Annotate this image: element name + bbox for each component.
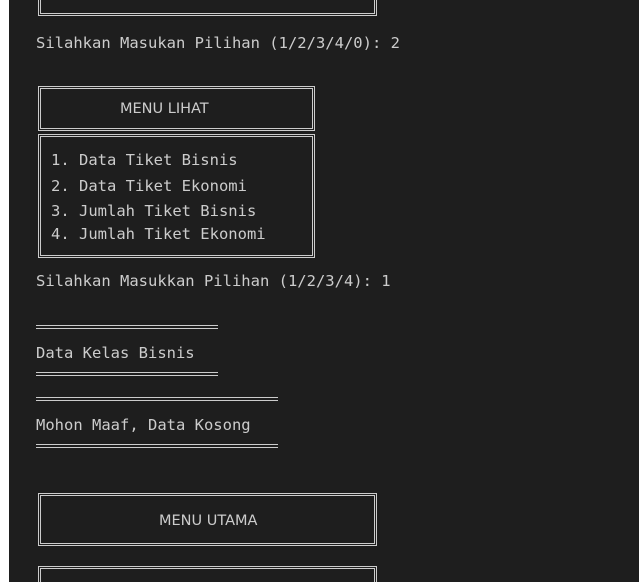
menu-lihat-title-box: MENU LIHAT	[38, 86, 315, 131]
empty-data-message: Mohon Maaf, Data Kosong	[36, 416, 251, 434]
menu-utama-title-box: MENU UTAMA	[38, 493, 377, 546]
menu-lihat-title: MENU LIHAT	[120, 101, 209, 117]
menu-lihat-item-4: 4. Jumlah Tiket Ekonomi	[51, 225, 266, 243]
menu-utama-items-box	[38, 566, 377, 582]
menu-lihat-item-3: 3. Jumlah Tiket Bisnis	[51, 202, 257, 220]
message-rule-bottom	[36, 444, 278, 448]
section-title: Data Kelas Bisnis	[36, 344, 195, 362]
menu-lihat-item-2: 2. Data Tiket Ekonomi	[51, 177, 247, 195]
prompt-lihat-menu: Silahkan Masukkan Pilihan (1/2/3/4): 1	[36, 272, 391, 290]
section-rule-bottom	[36, 372, 218, 376]
terminal-output[interactable]: Silahkan Masukan Pilihan (1/2/3/4/0): 2 …	[9, 0, 639, 582]
message-rule-top	[36, 397, 278, 401]
section-rule-top	[36, 325, 218, 329]
menu-lihat-item-1: 1. Data Tiket Bisnis	[51, 151, 238, 169]
menu-utama-title: MENU UTAMA	[159, 513, 258, 529]
prompt-main-menu: Silahkan Masukan Pilihan (1/2/3/4/0): 2	[36, 34, 400, 52]
previous-menu-box-bottom	[38, 0, 377, 16]
